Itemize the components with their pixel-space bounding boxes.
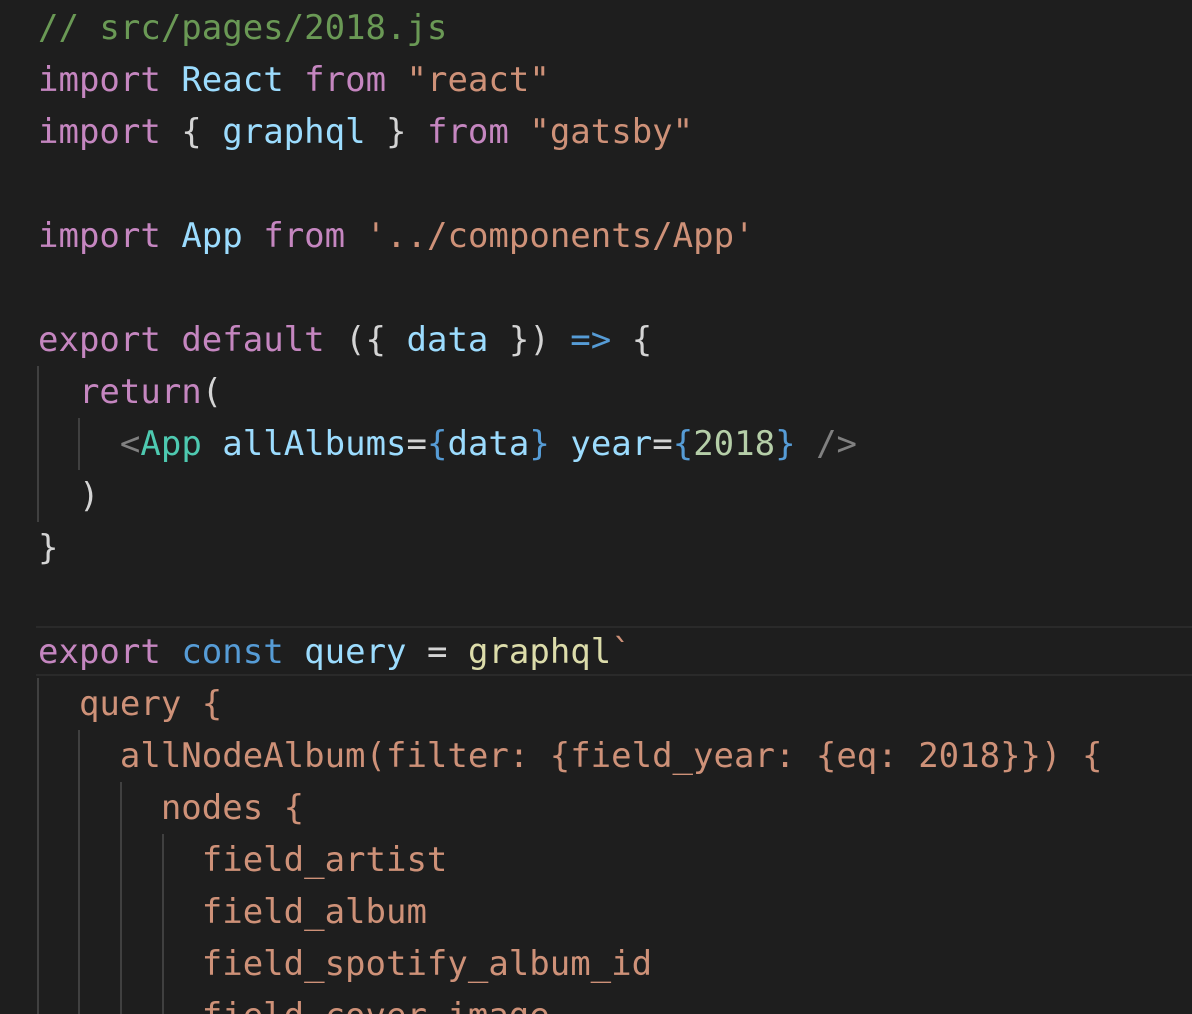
code-token: = <box>652 424 673 464</box>
code-token: data <box>447 424 530 464</box>
code-token: "gatsby" <box>529 112 694 152</box>
code-line-11[interactable]: } <box>38 522 58 574</box>
code-token: ` <box>611 632 632 672</box>
code-token: ) <box>38 476 100 516</box>
code-line-19[interactable]: field_spotify_album_id <box>38 938 652 990</box>
code-token: } <box>529 424 550 464</box>
code-line-15[interactable]: allNodeAlbum(filter: {field_year: {eq: 2… <box>38 730 1103 782</box>
code-token: "react" <box>406 60 550 100</box>
code-token: App <box>181 216 243 256</box>
code-token: } <box>38 528 59 568</box>
code-token: } <box>775 424 796 464</box>
code-token: = <box>406 632 468 672</box>
code-line-10[interactable]: ) <box>38 470 99 522</box>
code-token: field_artist <box>38 840 448 880</box>
code-token: = <box>406 424 427 464</box>
code-line-13[interactable]: export const query = graphql` <box>38 626 632 678</box>
code-token: allNodeAlbum(filter: {field_year: {eq: 2… <box>38 736 1103 776</box>
code-line-17[interactable]: field_artist <box>38 834 448 886</box>
code-line-20[interactable]: field_cover_image <box>38 990 550 1014</box>
code-token: ({ <box>324 320 407 360</box>
code-line-9[interactable]: <App allAlbums={data} year={2018} /> <box>38 418 857 470</box>
code-token: query <box>304 632 407 672</box>
code-token: /> <box>816 424 858 464</box>
code-token: const <box>181 632 284 672</box>
code-token: year <box>570 424 653 464</box>
code-token: data <box>406 320 489 360</box>
code-token: from <box>426 112 509 152</box>
code-token: '../components/App' <box>365 216 755 256</box>
code-token: 2018 <box>693 424 776 464</box>
code-editor[interactable]: // src/pages/2018.js import React from "r… <box>0 0 1192 1014</box>
code-line-3[interactable]: import { graphql } from "gatsby" <box>38 106 693 158</box>
code-token: => <box>570 320 612 360</box>
code-token: } <box>365 112 427 152</box>
code-line-2[interactable]: import React from "react" <box>38 54 550 106</box>
code-token: import <box>38 112 161 152</box>
code-token: nodes { <box>38 788 305 828</box>
code-token: { <box>160 112 223 152</box>
code-token: default <box>181 320 325 360</box>
code-token: < <box>119 424 141 464</box>
code-token: React <box>181 60 284 100</box>
code-token: from <box>263 216 346 256</box>
code-token: export <box>38 320 161 360</box>
code-token: { <box>672 424 694 464</box>
code-line-18[interactable]: field_album <box>38 886 427 938</box>
code-token: from <box>304 60 387 100</box>
code-token: import <box>38 216 161 256</box>
code-token: { <box>427 424 448 464</box>
code-token: App <box>140 424 202 464</box>
code-token: { <box>611 320 653 360</box>
code-token: allAlbums <box>222 424 407 464</box>
code-token: query { <box>38 684 223 724</box>
code-token: graphql <box>467 632 612 672</box>
code-line-5[interactable]: import App from '../components/App' <box>38 210 755 262</box>
code-line-7[interactable]: export default ({ data }) => { <box>38 314 652 366</box>
code-token: ( <box>201 372 223 412</box>
code-token: field_album <box>38 892 427 932</box>
code-token: }) <box>488 320 571 360</box>
code-token: graphql <box>222 112 366 152</box>
code-line-8[interactable]: return( <box>38 366 222 418</box>
code-token: field_spotify_album_id <box>38 944 653 984</box>
code-token: return <box>78 372 202 412</box>
code-token: // src/pages/2018.js <box>38 8 448 48</box>
code-line-14[interactable]: query { <box>38 678 222 730</box>
code-line-16[interactable]: nodes { <box>38 782 304 834</box>
code-token: export <box>38 632 161 672</box>
code-token: import <box>38 60 161 100</box>
code-line-1[interactable]: // src/pages/2018.js <box>38 2 447 54</box>
code-token: field_cover_image <box>38 996 550 1014</box>
